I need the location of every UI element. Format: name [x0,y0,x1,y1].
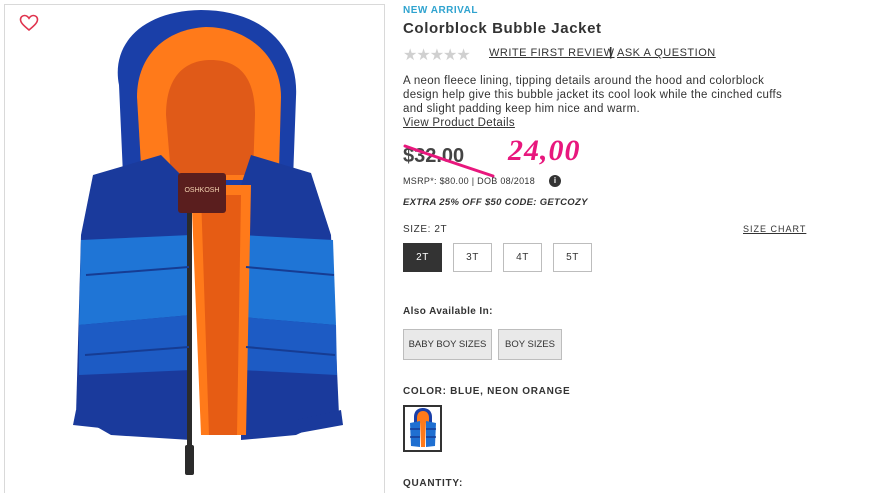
product-image-panel: OSHKOSH [4,4,385,493]
write-review-link[interactable]: WRITE FIRST REVIEW [489,47,615,59]
handwritten-sale-price: 24,00 [508,134,581,167]
rating-stars: ★★★★★ [403,47,471,64]
info-icon[interactable]: i [549,175,561,187]
boy-sizes-button[interactable]: BOY SIZES [498,329,562,360]
view-product-details-link[interactable]: View Product Details [403,117,515,129]
product-title: Colorblock Bubble Jacket [403,20,602,37]
size-chart-link[interactable]: SIZE CHART [743,224,806,234]
color-label: COLOR: BLUE, NEON ORANGE [403,386,571,397]
product-description: A neon fleece lining, tipping details ar… [403,75,783,115]
baby-boy-sizes-button[interactable]: BABY BOY SIZES [403,329,492,360]
link-separator: | [609,45,613,59]
product-photo[interactable]: OSHKOSH [41,5,361,490]
svg-text:OSHKOSH: OSHKOSH [184,187,219,194]
size-button-4t[interactable]: 4T [503,243,542,272]
ask-question-link[interactable]: ASK A QUESTION [617,47,716,59]
color-swatch-blue-orange[interactable] [403,405,442,452]
size-label: SIZE: 2T [403,224,448,235]
size-button-3t[interactable]: 3T [453,243,492,272]
promo-text: EXTRA 25% OFF $50 CODE: GETCOZY [403,197,588,208]
msrp-text: MSRP*: $80.00 | DOB 08/2018 [403,176,536,186]
swatch-jacket-thumbnail [410,408,436,447]
size-button-2t[interactable]: 2T [403,243,442,272]
quantity-label: QUANTITY: [403,478,463,489]
new-arrival-badge: NEW ARRIVAL [403,5,478,16]
size-button-5t[interactable]: 5T [553,243,592,272]
also-available-label: Also Available In: [403,306,493,317]
heart-icon[interactable] [19,14,39,32]
